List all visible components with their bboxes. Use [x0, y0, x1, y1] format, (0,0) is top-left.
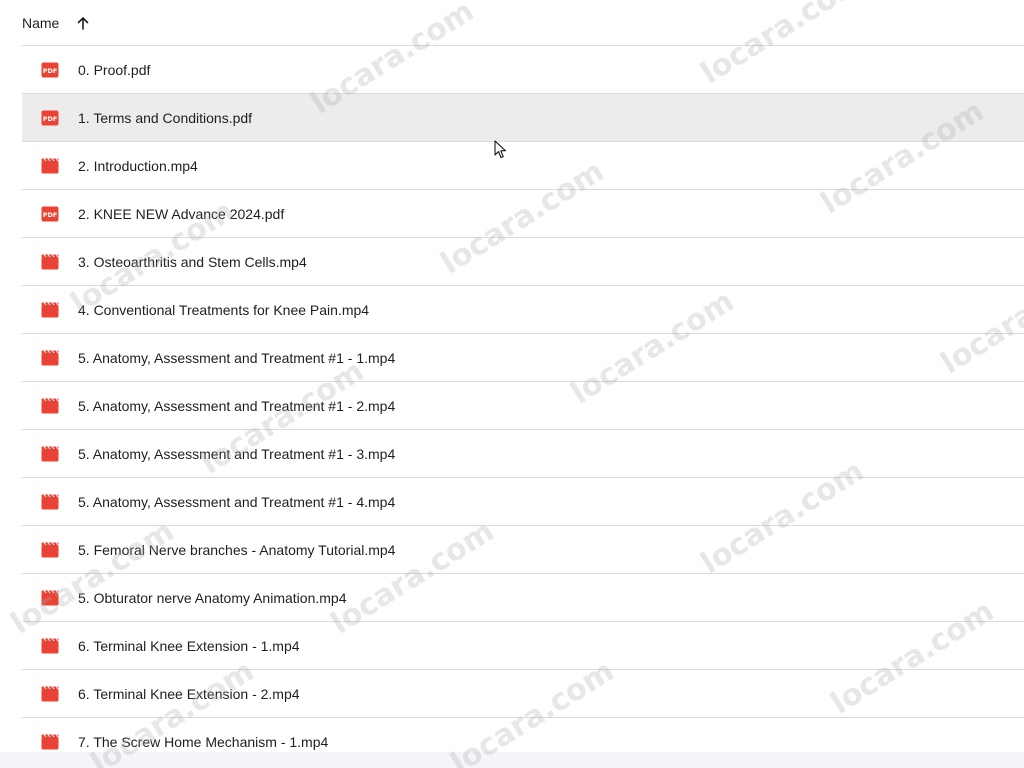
file-row[interactable]: 5. Obturator nerve Anatomy Animation.mp4 [22, 574, 1024, 622]
file-row[interactable]: 6. Terminal Knee Extension - 1.mp4 [22, 622, 1024, 670]
video-icon [41, 734, 59, 750]
file-row[interactable]: PDF 2. KNEE NEW Advance 2024.pdf [22, 190, 1024, 238]
file-row[interactable]: 2. Introduction.mp4 [22, 142, 1024, 190]
bottom-strip [0, 752, 1024, 768]
file-name: 5. Femoral Nerve branches - Anatomy Tuto… [78, 541, 396, 558]
video-icon [41, 446, 59, 462]
file-name: 2. KNEE NEW Advance 2024.pdf [78, 205, 285, 222]
file-row[interactable]: 5. Anatomy, Assessment and Treatment #1 … [22, 478, 1024, 526]
file-row[interactable]: 5. Femoral Nerve branches - Anatomy Tuto… [22, 526, 1024, 574]
video-icon [41, 686, 59, 702]
video-icon [41, 398, 59, 414]
file-name: 5. Anatomy, Assessment and Treatment #1 … [78, 493, 396, 510]
video-icon [41, 302, 59, 318]
video-icon [41, 350, 59, 366]
video-icon [41, 494, 59, 510]
file-row[interactable]: PDF 0. Proof.pdf [22, 46, 1024, 94]
pdf-icon: PDF [41, 62, 59, 78]
file-row[interactable]: 4. Conventional Treatments for Knee Pain… [22, 286, 1024, 334]
file-row[interactable]: 5. Anatomy, Assessment and Treatment #1 … [22, 382, 1024, 430]
video-icon [41, 590, 59, 606]
video-icon [41, 158, 59, 174]
file-name: 2. Introduction.mp4 [78, 157, 198, 174]
video-icon [41, 638, 59, 654]
file-row[interactable]: PDF 1. Terms and Conditions.pdf [22, 94, 1024, 142]
file-name: 7. The Screw Home Mechanism - 1.mp4 [78, 733, 329, 750]
file-name: 6. Terminal Knee Extension - 1.mp4 [78, 637, 300, 654]
svg-text:PDF: PDF [43, 211, 58, 219]
name-column-header[interactable]: Name [22, 15, 59, 31]
file-name: 5. Obturator nerve Anatomy Animation.mp4 [78, 589, 347, 606]
file-name: 5. Anatomy, Assessment and Treatment #1 … [78, 397, 396, 414]
video-icon [41, 542, 59, 558]
file-name: 5. Anatomy, Assessment and Treatment #1 … [78, 349, 396, 366]
file-row[interactable]: 5. Anatomy, Assessment and Treatment #1 … [22, 430, 1024, 478]
file-list-page: Name PDF 0. Proof.pdf PDF 1. Terms and Cond… [0, 0, 1024, 768]
file-name: 0. Proof.pdf [78, 61, 151, 78]
file-row[interactable]: 6. Terminal Knee Extension - 2.mp4 [22, 670, 1024, 718]
file-list: PDF 0. Proof.pdf PDF 1. Terms and Condition… [22, 46, 1024, 766]
file-name: 5. Anatomy, Assessment and Treatment #1 … [78, 445, 396, 462]
arrow-up-icon[interactable] [75, 15, 91, 31]
file-row[interactable]: 3. Osteoarthritis and Stem Cells.mp4 [22, 238, 1024, 286]
svg-text:PDF: PDF [43, 115, 58, 123]
video-icon [41, 254, 59, 270]
file-row[interactable]: 5. Anatomy, Assessment and Treatment #1 … [22, 334, 1024, 382]
file-name: 3. Osteoarthritis and Stem Cells.mp4 [78, 253, 307, 270]
svg-text:PDF: PDF [43, 67, 58, 75]
column-header: Name [22, 0, 1024, 46]
pdf-icon: PDF [41, 110, 59, 126]
pdf-icon: PDF [41, 206, 59, 222]
file-name: 6. Terminal Knee Extension - 2.mp4 [78, 685, 300, 702]
file-name: 1. Terms and Conditions.pdf [78, 109, 253, 126]
file-name: 4. Conventional Treatments for Knee Pain… [78, 301, 370, 318]
